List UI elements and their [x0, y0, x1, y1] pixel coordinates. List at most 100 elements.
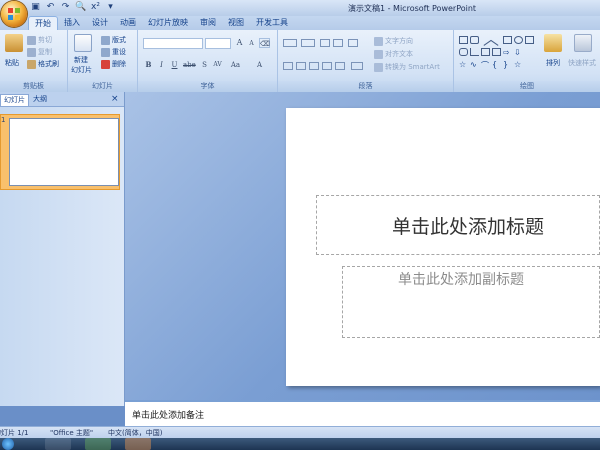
convert-smartart-button[interactable]: 转换为 SmartArt [374, 62, 440, 72]
align-right-icon[interactable] [309, 62, 319, 70]
text-direction-button[interactable]: 文字方向 [374, 36, 413, 46]
clipboard-group: 粘贴 剪切 复制 格式刷 剪贴板 [0, 30, 68, 92]
tab-review[interactable]: 审阅 [194, 16, 222, 30]
tab-outline[interactable]: 大纲 [30, 94, 50, 105]
curve-shape-icon[interactable]: ∿ [470, 60, 479, 69]
square-shape-icon[interactable] [503, 36, 512, 44]
rounded-rect-shape-icon[interactable] [459, 48, 468, 56]
font-name-combo[interactable] [143, 38, 203, 49]
tab-animations[interactable]: 动画 [114, 16, 142, 30]
paragraph-group-label: 段落 [278, 81, 453, 92]
font-group: A A ⌫ B I U abe S AV Aa A 字体 [138, 30, 278, 92]
line2-shape-icon[interactable] [490, 34, 503, 46]
print-preview-icon[interactable]: 🔍 [75, 2, 86, 13]
elbow2-shape-icon[interactable] [492, 48, 501, 56]
cut-button[interactable]: 剪切 [27, 35, 52, 45]
justify-icon[interactable] [322, 62, 332, 70]
increase-indent-icon[interactable] [333, 39, 343, 47]
tab-design[interactable]: 设计 [86, 16, 114, 30]
redo-icon[interactable]: ↷ [60, 2, 71, 13]
drawing-group-label: 绘图 [454, 81, 600, 92]
paste-icon[interactable] [5, 34, 23, 52]
copy-icon [27, 47, 36, 57]
clear-format-icon[interactable]: ⌫ [259, 38, 270, 48]
undo-icon[interactable]: ↶ [45, 2, 56, 13]
star2-shape-icon[interactable]: ☆ [514, 60, 523, 69]
new-slide-icon[interactable] [74, 34, 92, 52]
underline-button[interactable]: U [169, 60, 180, 70]
rect2-shape-icon[interactable] [525, 36, 534, 44]
numbering-icon[interactable] [301, 39, 315, 47]
format-painter-button[interactable]: 格式刷 [27, 59, 59, 69]
delete-slide-button[interactable]: 删除 [101, 59, 126, 69]
window-title: 演示文稿1 - Microsoft PowerPoint [348, 4, 477, 13]
grow-font-button[interactable]: A [234, 38, 245, 48]
tab-slide-show[interactable]: 幻灯片放映 [142, 16, 194, 30]
dropdown-icon[interactable]: ▾ [105, 2, 116, 13]
line-spacing-icon[interactable] [348, 39, 358, 47]
distributed-icon[interactable] [335, 62, 345, 70]
taskbar-app2-icon[interactable] [85, 438, 111, 450]
title-placeholder[interactable]: 单击此处添加标题 [316, 195, 600, 255]
paragraph-group: 文字方向 对齐文本 转换为 SmartArt 段落 [278, 30, 454, 92]
arrange-button[interactable]: 排列 [546, 58, 560, 68]
tab-insert[interactable]: 插入 [58, 16, 86, 30]
arc-shape-icon[interactable]: ⌒ [481, 60, 490, 70]
taskbar-powerpoint-icon[interactable] [125, 438, 151, 450]
office-button[interactable] [1, 1, 27, 27]
slide-thumbnail[interactable] [9, 118, 119, 186]
status-language[interactable]: 中文(简体，中国) [108, 428, 162, 438]
tab-slides[interactable]: 幻灯片 [0, 94, 29, 106]
star-shape-icon[interactable]: ☆ [459, 60, 468, 69]
superscript-icon[interactable]: x² [90, 2, 101, 13]
copy-button[interactable]: 复制 [27, 47, 52, 57]
brace-left-shape-icon[interactable]: { [492, 60, 501, 69]
rectangle-shape-icon[interactable] [459, 36, 468, 44]
slides-pane: 幻灯片 大纲 × 1 [0, 92, 125, 406]
font-size-combo[interactable] [205, 38, 231, 49]
arrow-down-shape-icon[interactable]: ⇩ [514, 48, 523, 57]
title-placeholder-text: 单击此处添加标题 [391, 215, 544, 238]
bold-button[interactable]: B [143, 60, 154, 70]
start-button-icon[interactable] [2, 438, 14, 450]
align-center-icon[interactable] [296, 62, 306, 70]
shrink-font-button[interactable]: A [246, 39, 257, 49]
strikethrough-button[interactable]: abe [183, 60, 196, 70]
windows-taskbar [0, 438, 600, 450]
taskbar-app-icon[interactable] [45, 438, 71, 450]
shadow-button[interactable]: S [199, 60, 210, 70]
change-case-button[interactable]: Aa [230, 60, 241, 70]
columns-icon[interactable] [351, 62, 363, 70]
notes-pane[interactable]: 单击此处添加备注 [125, 400, 600, 426]
arrow-right-shape-icon[interactable]: ⇨ [503, 48, 512, 57]
layout-button[interactable]: 版式 [101, 35, 126, 45]
tab-developer[interactable]: 开发工具 [250, 16, 294, 30]
bullets-icon[interactable] [283, 39, 297, 47]
new-slide-button[interactable]: 新建 [74, 55, 88, 65]
text-box-shape-icon[interactable] [470, 36, 479, 44]
quick-styles-icon[interactable] [574, 34, 592, 52]
decrease-indent-icon[interactable] [320, 39, 330, 47]
tab-home[interactable]: 开始 [28, 16, 58, 30]
tab-view[interactable]: 视图 [222, 16, 250, 30]
new-slide-button-line2[interactable]: 幻灯片 [71, 65, 92, 75]
elbow-shape-icon[interactable] [481, 48, 490, 56]
reset-button[interactable]: 重设 [101, 47, 126, 57]
save-icon[interactable]: ▣ [30, 2, 41, 13]
status-slide-count: 幻灯片 1/1 [0, 429, 29, 437]
brace-right-shape-icon[interactable]: } [503, 60, 512, 69]
paste-button[interactable]: 粘贴 [5, 58, 19, 68]
italic-button[interactable]: I [156, 60, 167, 70]
arrange-icon[interactable] [544, 34, 562, 52]
reset-icon [101, 47, 110, 57]
quick-styles-button[interactable]: 快速样式 [568, 58, 596, 68]
slides-group: 新建 幻灯片 版式 重设 删除 幻灯片 [68, 30, 138, 92]
oval-shape-icon[interactable] [514, 36, 523, 44]
align-text-button[interactable]: 对齐文本 [374, 49, 413, 59]
triangle-shape-icon[interactable] [470, 48, 479, 56]
close-pane-icon[interactable]: × [108, 94, 122, 105]
subtitle-placeholder[interactable]: 单击此处添加副标题 [342, 266, 600, 338]
font-color-button[interactable]: A [254, 60, 265, 70]
char-spacing-button[interactable]: AV [212, 60, 223, 70]
align-left-icon[interactable] [283, 62, 293, 70]
